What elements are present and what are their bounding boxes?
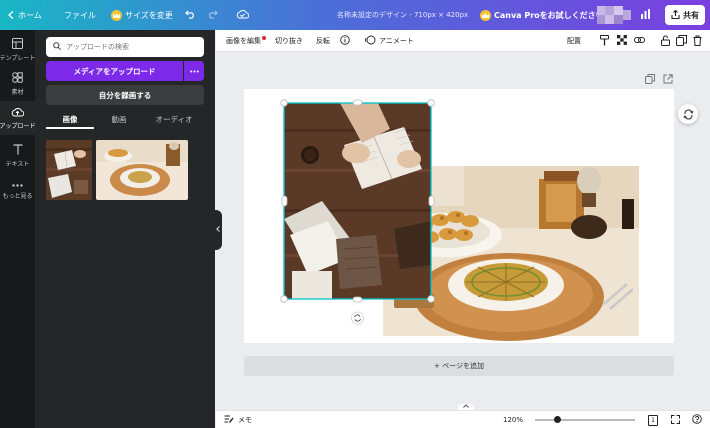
tab-images[interactable]: 画像 xyxy=(46,111,94,127)
animate-button[interactable]: アニメート xyxy=(365,30,414,52)
side-rail: テンプレート 素材 アップロード テキスト もっと見る xyxy=(0,30,36,428)
page-count-icon: 1 xyxy=(648,414,658,426)
help-icon xyxy=(692,414,702,426)
crown-icon xyxy=(111,9,122,21)
book-photo[interactable] xyxy=(284,103,431,299)
canva-editor: ホーム ファイル サイズを変更 名称未設定のデザイン - 710px × 420… xyxy=(0,0,710,428)
design-page[interactable] xyxy=(244,89,674,343)
info-icon xyxy=(340,35,350,47)
zoom-level[interactable]: 120% xyxy=(503,411,523,428)
search-input[interactable] xyxy=(66,43,196,51)
upload-options-button[interactable] xyxy=(184,61,204,81)
notification-dot xyxy=(262,36,266,40)
cloud-upload-icon xyxy=(11,107,25,119)
rotate-handle[interactable] xyxy=(351,311,364,325)
try-pro-button[interactable]: Canva Proをお試しください xyxy=(480,0,604,30)
transparency-button[interactable] xyxy=(617,30,627,52)
zoom-slider-handle[interactable] xyxy=(554,416,561,423)
paint-format-button[interactable] xyxy=(600,30,609,52)
tab-videos[interactable]: 動画 xyxy=(94,111,144,127)
uploads-panel: メディアをアップロード 自分を録画する 画像 動画 オーディオ xyxy=(35,30,215,428)
tab-audio[interactable]: オーディオ xyxy=(144,111,204,127)
undo-icon xyxy=(185,10,196,21)
share-icon xyxy=(671,9,680,21)
share-button[interactable]: 共有 xyxy=(665,5,705,25)
crown-icon xyxy=(480,9,491,21)
duplicate-page-icon[interactable] xyxy=(645,74,655,84)
rail-item-templates[interactable]: テンプレート xyxy=(0,33,35,67)
link-button[interactable] xyxy=(634,30,645,52)
crop-button[interactable]: 切り抜き xyxy=(275,30,303,52)
search-box[interactable] xyxy=(46,37,204,57)
info-button[interactable] xyxy=(340,30,350,52)
redo-button[interactable] xyxy=(207,0,218,30)
search-icon xyxy=(53,42,61,52)
chevron-left-icon xyxy=(216,226,220,234)
bar-chart-icon xyxy=(640,9,651,21)
help-button[interactable] xyxy=(692,411,702,428)
chevron-left-icon xyxy=(8,11,14,19)
top-bar: ホーム ファイル サイズを変更 名称未設定のデザイン - 710px × 420… xyxy=(0,0,710,30)
cloud-save-button[interactable] xyxy=(236,0,250,30)
collapse-panel-handle[interactable] xyxy=(214,210,222,250)
more-icon xyxy=(189,66,199,76)
lock-open-icon xyxy=(661,35,670,48)
duplicate-button[interactable] xyxy=(676,30,687,52)
edit-image-button[interactable]: 画像を編集 xyxy=(226,30,261,52)
footer-bar: メモ 120% 1 xyxy=(216,410,710,428)
resize-button[interactable]: サイズを変更 xyxy=(111,0,173,30)
upload-thumbnail-baklava[interactable] xyxy=(96,140,188,200)
upload-media-button[interactable]: メディアをアップロード xyxy=(46,61,183,81)
insights-button[interactable] xyxy=(640,0,651,30)
add-page-button[interactable]: + ページを追加 xyxy=(244,356,674,376)
file-menu[interactable]: ファイル xyxy=(64,0,96,30)
checkerboard-icon xyxy=(617,35,627,47)
more-icon xyxy=(12,182,23,189)
fullscreen-button[interactable] xyxy=(671,411,680,428)
cloud-check-icon xyxy=(236,9,250,21)
delete-button[interactable] xyxy=(693,30,702,52)
notes-icon xyxy=(224,415,234,426)
link-icon xyxy=(634,36,645,46)
text-icon xyxy=(13,144,23,157)
context-toolbar: 画像を編集 切り抜き 反転 アニメート 配置 xyxy=(216,30,710,52)
position-button[interactable]: 配置 xyxy=(567,30,581,52)
active-tab-indicator xyxy=(46,127,94,129)
shapes-icon xyxy=(12,72,23,85)
paint-roller-icon xyxy=(600,34,609,48)
rail-item-text[interactable]: テキスト xyxy=(0,139,35,173)
home-button[interactable]: ホーム xyxy=(8,0,42,30)
page-count-button[interactable]: 1 xyxy=(648,411,658,428)
duplicate-icon xyxy=(676,34,687,48)
rail-item-elements[interactable]: 素材 xyxy=(0,67,35,101)
record-yourself-button[interactable]: 自分を録画する xyxy=(46,85,204,105)
trash-icon xyxy=(693,35,702,48)
lock-button[interactable] xyxy=(661,30,670,52)
undo-button[interactable] xyxy=(185,0,196,30)
animate-icon xyxy=(365,35,376,47)
upload-thumbnail-book[interactable] xyxy=(46,140,92,200)
avatar[interactable] xyxy=(597,6,631,24)
rail-item-more[interactable]: もっと見る xyxy=(0,174,35,208)
expand-icon xyxy=(671,414,680,426)
redo-icon xyxy=(207,10,218,21)
rail-item-uploads[interactable]: アップロード xyxy=(0,101,36,135)
zoom-slider-track[interactable] xyxy=(535,419,635,421)
flip-button[interactable]: 反転 xyxy=(316,30,330,52)
refresh-icon xyxy=(683,105,694,124)
layout-icon xyxy=(12,38,23,51)
share-page-icon[interactable] xyxy=(663,74,673,84)
page-artwork xyxy=(280,99,639,341)
refresh-button[interactable] xyxy=(678,104,698,124)
document-title[interactable]: 名称未設定のデザイン - 710px × 420px xyxy=(337,0,468,30)
notes-button[interactable]: メモ xyxy=(224,411,252,428)
